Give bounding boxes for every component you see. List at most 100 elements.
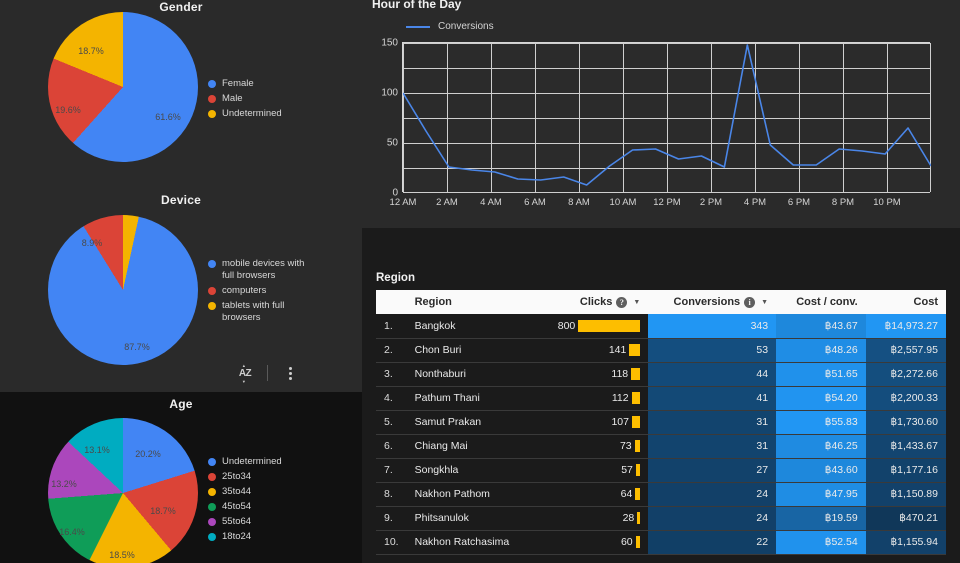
row-region[interactable]: Nakhon Pathom xyxy=(406,482,535,507)
legend-item[interactable]: 25to34 xyxy=(208,471,282,483)
row-cost-per-conv: ฿47.95 xyxy=(776,482,866,507)
x-tick-label: 12 PM xyxy=(653,197,681,208)
x-tick-label: 10 AM xyxy=(609,197,637,208)
device-pie-slices xyxy=(48,215,198,365)
legend-label: computers xyxy=(222,285,267,296)
table-row[interactable]: 6. Chiang Mai 73 31 ฿46.25 ฿1,433.67 xyxy=(376,434,946,459)
row-cost-per-conv: ฿52.54 xyxy=(776,530,866,555)
legend-item[interactable]: tablets with full browsers xyxy=(208,300,314,324)
row-clicks-value: 28 xyxy=(622,512,635,524)
table-row[interactable]: 8. Nakhon Pathom 64 24 ฿47.95 ฿1,150.89 xyxy=(376,482,946,507)
legend-color-dot-blue xyxy=(208,260,216,268)
row-conversions: 44 xyxy=(648,362,777,387)
legend-item[interactable]: Undetermined xyxy=(208,108,282,120)
legend-label: mobile devices with full browsers xyxy=(222,258,305,281)
legend-item[interactable]: 35to44 xyxy=(208,486,282,498)
table-row[interactable]: 10. Nakhon Ratchasima 60 22 ฿52.54 ฿1,155.94 xyxy=(376,530,946,555)
clicks-bar xyxy=(632,416,641,428)
row-index: 7. xyxy=(376,458,407,483)
right-column: Hour of the Day Conversions 150 100 50 0… xyxy=(362,0,960,563)
sort-az-button[interactable]: AZ xyxy=(232,360,258,386)
table-row[interactable]: 2. Chon Buri 141 53 ฿48.26 ฿2,557.95 xyxy=(376,338,946,363)
hour-of-day-legend[interactable]: Conversions xyxy=(406,21,494,32)
legend-label: 45to54 xyxy=(222,501,252,512)
age-slice-label-35to44: 18.5% xyxy=(109,550,135,560)
legend-label-conversions: Conversions xyxy=(438,21,494,32)
col-cost-per-conv[interactable]: Cost / conv. xyxy=(776,290,866,314)
row-conversions: 41 xyxy=(648,386,777,411)
row-region[interactable]: Chon Buri xyxy=(406,338,535,363)
row-region[interactable]: Bangkok xyxy=(406,314,535,339)
row-clicks: 118 xyxy=(534,362,649,387)
legend-item[interactable]: 45to54 xyxy=(208,501,282,513)
gender-legend: Female Male Undetermined xyxy=(208,78,282,123)
row-index: 9. xyxy=(376,506,407,531)
age-slice-label-18to24: 13.1% xyxy=(84,445,110,455)
row-conversions: 53 xyxy=(648,338,777,363)
legend-item[interactable]: 18to24 xyxy=(208,531,282,543)
legend-item[interactable]: computers xyxy=(208,285,314,297)
legend-label: Undetermined xyxy=(222,456,282,467)
legend-item[interactable]: Male xyxy=(208,93,282,105)
x-tick-label: 8 AM xyxy=(568,197,590,208)
row-cost: ฿1,155.94 xyxy=(865,530,946,555)
legend-color-dot-green xyxy=(208,503,216,511)
clicks-bar xyxy=(629,344,641,356)
table-row[interactable]: 7. Songkhla 57 27 ฿43.60 ฿1,177.16 xyxy=(376,458,946,483)
table-row[interactable]: 3. Nonthaburi 118 44 ฿51.65 ฿2,272.66 xyxy=(376,362,946,387)
legend-color-dot-red xyxy=(208,287,216,295)
device-slice-label-computers: 8.9% xyxy=(81,238,103,248)
y-tick-label: 50 xyxy=(386,137,398,149)
row-conversions: 24 xyxy=(648,482,777,507)
row-cost-per-conv: ฿54.20 xyxy=(776,386,866,411)
legend-item[interactable]: Undetermined xyxy=(208,456,282,468)
table-row[interactable]: 4. Pathum Thani 112 41 ฿54.20 ฿2,200.33 xyxy=(376,386,946,411)
row-index: 2. xyxy=(376,338,407,363)
row-region[interactable]: Pathum Thani xyxy=(406,386,535,411)
conversions-line-series xyxy=(403,44,931,186)
info-icon[interactable]: i xyxy=(744,296,756,308)
legend-color-dot-red xyxy=(208,95,216,103)
x-tick-label: 4 PM xyxy=(743,197,767,208)
x-tick-label: 10 PM xyxy=(873,197,901,208)
col-clicks[interactable]: Clicks ? ▼ xyxy=(534,290,649,314)
x-tick-label: 4 AM xyxy=(480,197,502,208)
row-region[interactable]: Nonthaburi xyxy=(406,362,535,387)
row-cost: ฿470.21 xyxy=(865,506,946,531)
col-cost[interactable]: Cost xyxy=(865,290,946,314)
clicks-bar xyxy=(635,536,641,548)
chevron-down-icon[interactable]: ▼ xyxy=(761,299,768,306)
legend-line-marker xyxy=(406,25,430,28)
row-index: 6. xyxy=(376,434,407,459)
row-cost-per-conv: ฿43.67 xyxy=(776,314,866,339)
col-conversions[interactable]: Conversions i ▼ xyxy=(648,290,777,314)
clicks-bar xyxy=(634,440,641,452)
age-slice-label-25to34: 18.7% xyxy=(150,506,176,516)
row-region[interactable]: Samut Prakan xyxy=(406,410,535,435)
row-index: 4. xyxy=(376,386,407,411)
chart-toolbar: AZ xyxy=(232,360,303,386)
chevron-down-icon[interactable]: ▼ xyxy=(633,299,640,306)
more-options-button[interactable] xyxy=(277,360,303,386)
legend-label: 35to44 xyxy=(222,486,252,497)
row-region[interactable]: Nakhon Ratchasima xyxy=(406,530,535,555)
row-region[interactable]: Songkhla xyxy=(406,458,535,483)
row-region[interactable]: Chiang Mai xyxy=(406,434,535,459)
legend-item[interactable]: 55to64 xyxy=(208,516,282,528)
legend-item[interactable]: Female xyxy=(208,78,282,90)
legend-item[interactable]: mobile devices with full browsers xyxy=(208,258,314,282)
help-icon[interactable]: ? xyxy=(616,296,628,308)
line-plot-area: 150 100 50 0 12 AM 2 AM 4 AM 6 AM 8 AM 1… xyxy=(381,38,931,208)
row-region[interactable]: Phitsanulok xyxy=(406,506,535,531)
table-row[interactable]: 1. Bangkok 800 343 ฿43.67 ฿14,973.27 xyxy=(376,314,946,339)
age-chart-card: Age 20.2% 18.7% 18.5% 16.4% 13.2% 13.1% … xyxy=(0,392,362,563)
y-tick-label: 150 xyxy=(381,37,398,49)
table-row[interactable]: 5. Samut Prakan 107 31 ฿55.83 ฿1,730.60 xyxy=(376,410,946,435)
row-conversions: 27 xyxy=(648,458,777,483)
table-header-row: Region Clicks ? ▼ Conversions i ▼ Cost /… xyxy=(376,290,946,314)
table-row[interactable]: 9. Phitsanulok 28 24 ฿19.59 ฿470.21 xyxy=(376,506,946,531)
col-region[interactable]: Region xyxy=(406,290,535,314)
row-clicks: 73 xyxy=(534,434,649,459)
row-index: 5. xyxy=(376,410,407,435)
toolbar-divider xyxy=(267,365,268,381)
